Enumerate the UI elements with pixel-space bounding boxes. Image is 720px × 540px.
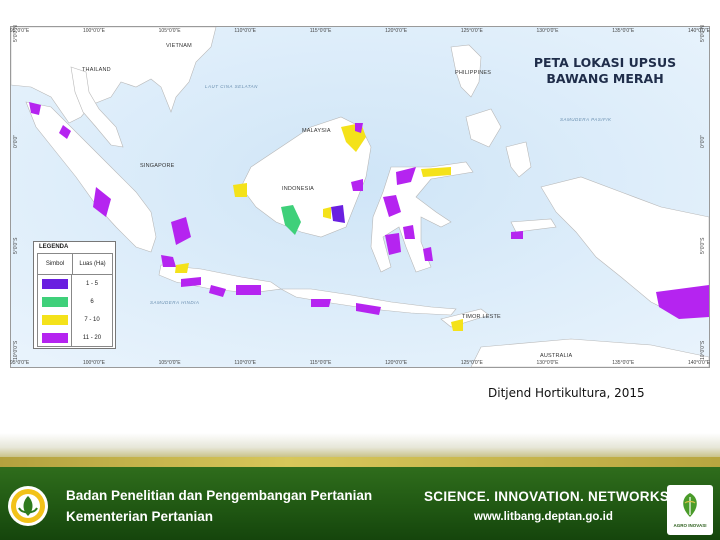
tick-label: 120°0'0"E xyxy=(385,28,408,34)
tick-label: 95°0'0"E xyxy=(10,360,30,366)
label-vietnam: VIETNAM xyxy=(166,43,192,49)
footer-bar: Badan Penelitian dan Pengembangan Pertan… xyxy=(0,467,720,540)
legend-value: 6 xyxy=(90,299,94,305)
legend-row: 11 - 20 xyxy=(38,329,112,347)
legend-col-symbol: Simbol xyxy=(38,254,73,274)
tick-label: 110°0'0"E xyxy=(234,360,256,366)
legend-table: Simbol Luas (Ha) 1 - 5 6 7 - 10 11 - 20 xyxy=(37,253,113,347)
legend-col-value: Luas (Ha) xyxy=(79,261,106,267)
label-south-china-sea: LAUT CINA SELATAN xyxy=(205,84,258,89)
legend-title: LEGENDA xyxy=(39,244,69,250)
tick-label: 5°0'0"N xyxy=(700,25,706,42)
org-name-line2: Kementerian Pertanian xyxy=(66,509,214,524)
map-title-line2: BAWANG MERAH xyxy=(546,71,664,86)
legend-swatch xyxy=(41,333,68,343)
footer-fade xyxy=(0,433,720,457)
tick-label: 0°0'0" xyxy=(13,134,19,148)
legend-row: 1 - 5 xyxy=(38,275,112,293)
longitude-ticks-top: 95°0'0"E 100°0'0"E 105°0'0"E 110°0'0"E 1… xyxy=(10,28,710,38)
tick-label: 100°0'0"E xyxy=(82,28,105,34)
agro-inovasi-icon xyxy=(683,493,697,517)
latitude-ticks-left: 5°0'0"N 0°0'0" 5°0'0"S 10°0'0"S xyxy=(11,25,21,360)
tick-label: 10°0'0"S xyxy=(13,340,19,360)
legend-row: 6 xyxy=(38,293,112,311)
label-thailand: THAILAND xyxy=(82,67,111,73)
tagline: SCIENCE. INNOVATION. NETWORKS xyxy=(424,489,670,504)
legend-swatch xyxy=(41,315,68,325)
tick-label: 140°0'0"E xyxy=(687,360,710,366)
legend: LEGENDA Simbol Luas (Ha) 1 - 5 6 7 - 10 … xyxy=(33,241,116,349)
tick-label: 110°0'0"E xyxy=(234,28,256,34)
legend-row: 7 - 10 xyxy=(38,311,112,329)
footer-gold-band xyxy=(0,457,720,467)
tick-label: 5°0'0"S xyxy=(700,237,706,254)
map-title-line1: PETA LOKASI UPSUS xyxy=(533,55,677,70)
label-malaysia: MALAYSIA xyxy=(302,128,331,134)
label-indonesia: INDONESIA xyxy=(282,186,315,192)
ministry-logo-icon xyxy=(8,486,48,526)
tick-label: 115°0'0"E xyxy=(309,28,332,34)
location-sulsel xyxy=(403,225,415,239)
tick-label: 5°0'0"S xyxy=(13,237,19,254)
legend-swatch xyxy=(41,279,68,289)
tick-label: 135°0'0"E xyxy=(612,28,635,34)
tick-label: 100°0'0"E xyxy=(82,360,105,366)
label-philippines: PHILIPPINES xyxy=(455,70,492,76)
tick-label: 130°0'0"E xyxy=(536,360,559,366)
location-kalbar xyxy=(233,183,247,197)
longitude-ticks-bottom: 95°0'0"E 100°0'0"E 105°0'0"E 110°0'0"E 1… xyxy=(10,360,710,370)
label-timor-leste: TIMOR LESTE xyxy=(462,314,501,320)
tick-label: 0°0'0" xyxy=(700,134,706,148)
latitude-ticks-right: 5°0'0"N 0°0'0" 5°0'0"S 10°0'0"S xyxy=(698,25,708,360)
label-singapore: SINGAPORE xyxy=(140,163,175,169)
footer: Badan Penelitian dan Pengembangan Pertan… xyxy=(0,433,720,540)
tick-label: 120°0'0"E xyxy=(385,360,408,366)
agro-inovasi-text: AGRO INOVASI xyxy=(673,523,707,528)
label-indian-ocean: SAMUDERA HINDIA xyxy=(150,300,200,305)
org-name-line1: Badan Penelitian dan Pengembangan Pertan… xyxy=(66,488,373,503)
tick-label: 125°0'0"E xyxy=(460,360,483,366)
tick-label: 125°0'0"E xyxy=(460,28,483,34)
legend-value: 1 - 5 xyxy=(85,281,98,287)
legend-header: Simbol Luas (Ha) xyxy=(38,254,112,275)
label-australia: AUSTRALIA xyxy=(540,353,573,359)
map-title: PETA LOKASI UPSUS BAWANG MERAH xyxy=(520,55,690,87)
tick-label: 115°0'0"E xyxy=(309,360,332,366)
tick-label: 105°0'0"E xyxy=(158,360,181,366)
website-link[interactable]: www.litbang.deptan.go.id xyxy=(474,511,613,523)
location-jatim xyxy=(236,285,261,295)
location-ntb xyxy=(311,299,331,307)
tick-label: 135°0'0"E xyxy=(612,360,635,366)
location-kalsel xyxy=(331,205,345,223)
location-maluku xyxy=(511,231,523,239)
agro-inovasi-logo: AGRO INOVASI xyxy=(667,485,713,535)
tick-label: 10°0'0"S xyxy=(700,340,706,360)
tick-label: 5°0'0"N xyxy=(13,25,19,42)
legend-value: 11 - 20 xyxy=(82,335,102,341)
legend-value: 7 - 10 xyxy=(84,317,100,323)
location-kalsel-y xyxy=(323,207,331,219)
legend-swatch xyxy=(41,297,68,307)
label-pacific: SAMUDERA PASIFIK xyxy=(560,117,612,122)
tick-label: 105°0'0"E xyxy=(158,28,181,34)
source-credit: Ditjend Hortikultura, 2015 xyxy=(488,386,645,400)
tick-label: 130°0'0"E xyxy=(536,28,559,34)
